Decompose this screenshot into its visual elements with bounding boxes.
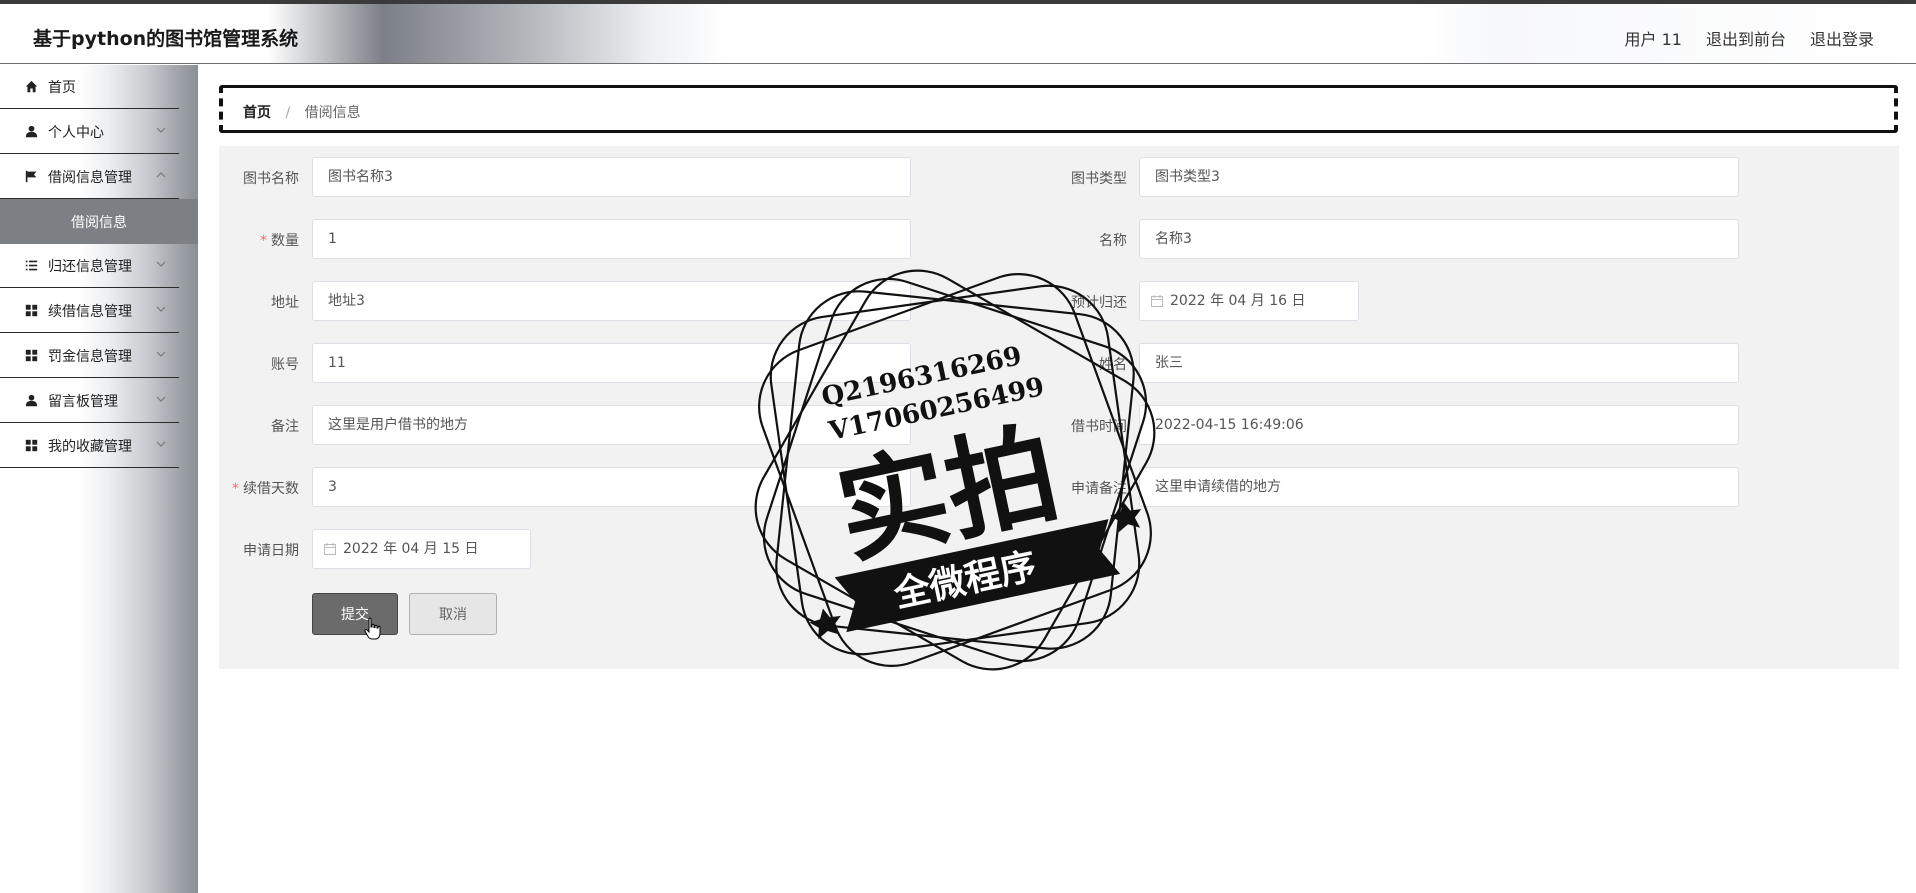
sidebar-item-label: 罚金信息管理 [48, 348, 132, 365]
sidebar-item-borrow-management[interactable]: 借阅信息管理 [0, 155, 179, 199]
stamp-watermark: Q2196316269 V17060256499 实拍 全微程序 [754, 269, 1156, 671]
quantity-label: * 数量 [260, 233, 299, 249]
breadcrumb-current: 借阅信息 [304, 105, 361, 121]
name-input[interactable]: 名称3 [1139, 219, 1739, 259]
sidebar: 首页 个人中心 借阅信息管理 借阅信息 归还信息管理 续借信息管理 罚金信息管理 [0, 65, 198, 893]
sidebar-item-personal-center[interactable]: 个人中心 [0, 110, 179, 154]
required-mark: * [232, 481, 239, 497]
chevron-down-icon [156, 441, 166, 447]
chevron-down-icon [156, 396, 166, 402]
breadcrumb-home[interactable]: 首页 [243, 105, 271, 121]
chevron-down-icon [156, 127, 166, 133]
flag-icon [24, 170, 38, 184]
sidebar-item-label: 我的收藏管理 [48, 438, 132, 455]
list-icon [24, 259, 38, 273]
quantity-input[interactable]: 1 [312, 219, 911, 259]
breadcrumb-separator: / [285, 105, 291, 121]
home-icon [24, 80, 38, 94]
chevron-down-icon [156, 261, 166, 267]
address-label: 地址 [271, 295, 299, 311]
cancel-button[interactable]: 取消 [409, 593, 497, 635]
apply-date-label: 申请日期 [243, 543, 299, 559]
sidebar-item-return-management[interactable]: 归还信息管理 [0, 244, 179, 288]
logout-link[interactable]: 退出登录 [1810, 26, 1874, 50]
sidebar-item-favorites[interactable]: 我的收藏管理 [0, 424, 179, 468]
name-label: 名称 [1099, 233, 1127, 249]
submenu-borrow-info[interactable]: 借阅信息 [0, 199, 198, 244]
user-icon [24, 394, 38, 408]
top-header: 基于python的图书馆管理系统 用户 11 退出到前台 退出登录 [0, 4, 1916, 64]
sidebar-item-label: 留言板管理 [48, 393, 118, 410]
apply-date-picker[interactable]: 2022 年 04 月 15 日 [312, 529, 531, 569]
sidebar-item-label: 个人中心 [48, 124, 104, 141]
book-type-input[interactable]: 图书类型3 [1139, 157, 1739, 197]
star-icon [1109, 501, 1142, 533]
apply-remark-input[interactable]: 这里申请续借的地方 [1139, 467, 1739, 507]
sidebar-item-fine-management[interactable]: 罚金信息管理 [0, 334, 179, 378]
sidebar-item-message-board[interactable]: 留言板管理 [0, 379, 179, 423]
top-links: 用户 11 退出到前台 退出登录 [1625, 26, 1874, 50]
sidebar-item-label: 归还信息管理 [48, 258, 132, 275]
remark-label: 备注 [271, 419, 299, 435]
chevron-down-icon [156, 306, 166, 312]
sidebar-item-home[interactable]: 首页 [0, 65, 179, 109]
grid-icon [24, 304, 38, 318]
sidebar-item-renew-management[interactable]: 续借信息管理 [0, 289, 179, 333]
chevron-up-icon [156, 172, 166, 178]
breadcrumb: 首页 / 借阅信息 [219, 85, 1898, 133]
user-icon [24, 125, 38, 139]
book-name-input[interactable]: 图书名称3 [312, 157, 911, 197]
renew-days-label: * 续借天数 [232, 481, 299, 497]
to-frontend-link[interactable]: 退出到前台 [1706, 26, 1786, 50]
book-type-label: 图书类型 [1071, 171, 1127, 187]
sidebar-item-label: 续借信息管理 [48, 303, 132, 320]
sidebar-item-label: 借阅信息管理 [48, 169, 132, 186]
user-link[interactable]: 用户 11 [1625, 26, 1682, 50]
grid-icon [24, 439, 38, 453]
book-name-label: 图书名称 [243, 171, 299, 187]
expected-return-date-picker[interactable]: 2022 年 04 月 16 日 [1139, 281, 1359, 321]
calendar-icon [324, 543, 336, 555]
required-mark: * [260, 233, 267, 249]
sidebar-item-label: 首页 [48, 79, 76, 96]
hand-cursor-icon [364, 617, 381, 640]
grid-icon [24, 349, 38, 363]
app-title: 基于python的图书馆管理系统 [33, 28, 299, 50]
chevron-down-icon [156, 351, 166, 357]
account-label: 账号 [271, 357, 299, 373]
borrow-time-input[interactable]: 2022-04-15 16:49:06 [1139, 405, 1739, 445]
full-name-input[interactable]: 张三 [1139, 343, 1739, 383]
submit-button[interactable]: 提交 [312, 593, 398, 635]
